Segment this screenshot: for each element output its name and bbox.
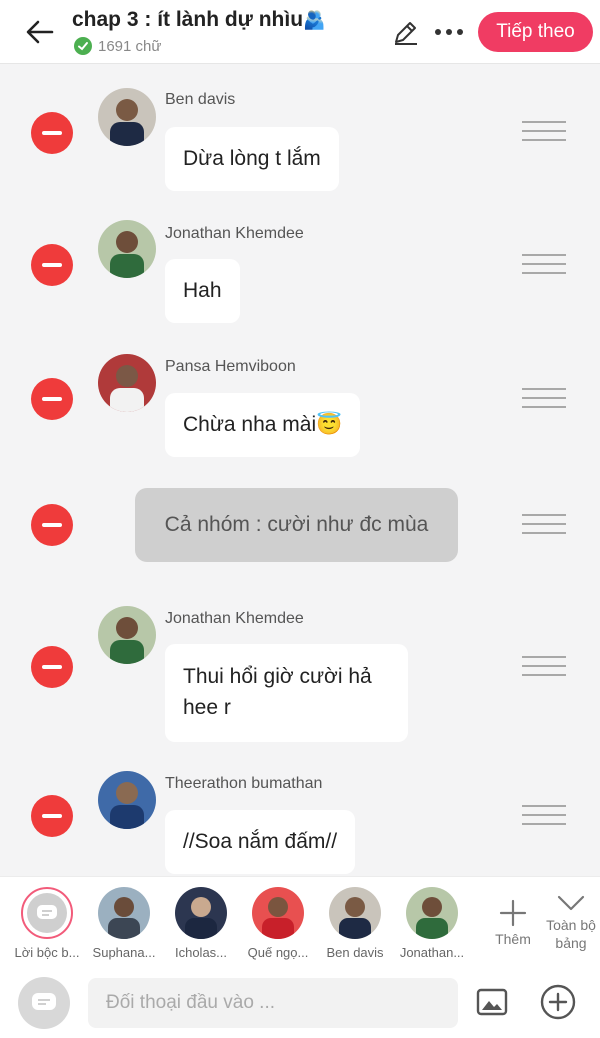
character-option[interactable]: Quế ngọ...	[243, 887, 313, 960]
add-button[interactable]	[539, 983, 577, 1021]
character-label: Ben davis	[326, 945, 384, 960]
delete-message-button[interactable]	[31, 244, 73, 286]
more-dot-icon	[446, 29, 452, 35]
avatar	[98, 88, 156, 146]
character-avatar	[98, 887, 150, 939]
character-avatar	[406, 887, 458, 939]
delete-message-button[interactable]	[31, 795, 73, 837]
message-bubble[interactable]: //Soa nắm đấm//	[165, 810, 356, 874]
all-board-button[interactable]: Toàn bộ bảng	[540, 894, 600, 952]
title-text: chap 3 : ít lành dự nhìu	[72, 8, 304, 31]
back-button[interactable]	[22, 16, 58, 48]
drag-handle-icon[interactable]	[522, 805, 566, 829]
page-title: chap 3 : ít lành dự nhìu🫂	[72, 8, 325, 32]
character-option[interactable]: Icholas...	[166, 887, 236, 960]
speech-bubble-icon	[37, 905, 57, 919]
character-label: Suphana...	[92, 945, 156, 960]
avatar	[98, 606, 156, 664]
more-label: Thêm	[495, 931, 531, 947]
more-button[interactable]	[432, 20, 466, 44]
speaker-name: Theerathon bumathan	[165, 775, 323, 792]
message-bubble[interactable]: Chừa nha mài😇	[165, 393, 361, 457]
message-bubble[interactable]: Hah	[165, 259, 240, 323]
character-narrator[interactable]: Lời bộc b...	[12, 887, 82, 960]
more-characters-button[interactable]: Thêm	[490, 898, 536, 947]
message-bubble[interactable]: Dừa lòng t lắm	[165, 127, 339, 191]
title-emoji: 🫂	[303, 10, 326, 30]
pencil-icon	[395, 22, 417, 45]
edit-button[interactable]	[392, 18, 420, 46]
back-arrow-icon	[26, 20, 54, 44]
speaker-name: Ben davis	[165, 91, 236, 108]
image-icon	[476, 988, 508, 1016]
character-label: Jonathan...	[399, 945, 465, 960]
image-button[interactable]	[476, 988, 508, 1016]
plus-icon	[499, 899, 527, 927]
character-label: Icholas...	[174, 945, 228, 960]
narration-toggle-button[interactable]	[18, 977, 70, 1029]
drag-handle-icon[interactable]	[522, 254, 566, 278]
narration-bubble[interactable]: Cả nhóm : cười như đc mùa	[135, 488, 458, 562]
top-bar: chap 3 : ít lành dự nhìu🫂 1691 chữ Tiếp …	[0, 0, 600, 64]
character-label: Quế ngọ...	[247, 945, 309, 960]
drag-handle-icon[interactable]	[522, 656, 566, 680]
delete-message-button[interactable]	[31, 112, 73, 154]
word-count: 1691 chữ	[98, 37, 162, 55]
all-board-label: Toàn bộ bảng	[546, 917, 596, 951]
character-avatar	[252, 887, 304, 939]
narrator-avatar	[21, 887, 73, 939]
chevron-down-icon	[557, 895, 585, 911]
character-avatar	[175, 887, 227, 939]
drag-handle-icon[interactable]	[522, 121, 566, 145]
speech-bubble-icon	[32, 993, 56, 1010]
more-dot-icon	[457, 29, 463, 35]
avatar	[98, 220, 156, 278]
dialogue-input[interactable]	[88, 978, 458, 1028]
speaker-name: Pansa Hemviboon	[165, 358, 296, 375]
avatar	[98, 354, 156, 412]
character-option[interactable]: Jonathan...	[397, 887, 467, 960]
check-icon	[74, 37, 92, 55]
avatar	[98, 771, 156, 829]
drag-handle-icon[interactable]	[522, 388, 566, 412]
speaker-name: Jonathan Khemdee	[165, 225, 304, 242]
input-bar	[0, 964, 600, 1038]
character-option[interactable]: Suphana...	[89, 887, 159, 960]
message-line: hee r	[183, 696, 231, 719]
character-label: Lời bộc b...	[14, 945, 80, 960]
message-bubble[interactable]: Thui hổi giờ cười hả hee r	[165, 644, 408, 742]
delete-message-button[interactable]	[31, 378, 73, 420]
message-line: Thui hổi giờ cười hả	[183, 665, 372, 688]
next-button[interactable]: Tiếp theo	[478, 12, 593, 52]
delete-message-button[interactable]	[31, 504, 73, 546]
character-option[interactable]: Ben davis	[320, 887, 390, 960]
word-count-row: 1691 chữ	[74, 37, 161, 55]
drag-handle-icon[interactable]	[522, 514, 566, 538]
plus-circle-icon	[540, 984, 576, 1020]
character-avatar	[329, 887, 381, 939]
speaker-name: Jonathan Khemdee	[165, 610, 304, 627]
delete-message-button[interactable]	[31, 646, 73, 688]
more-dot-icon	[435, 29, 441, 35]
